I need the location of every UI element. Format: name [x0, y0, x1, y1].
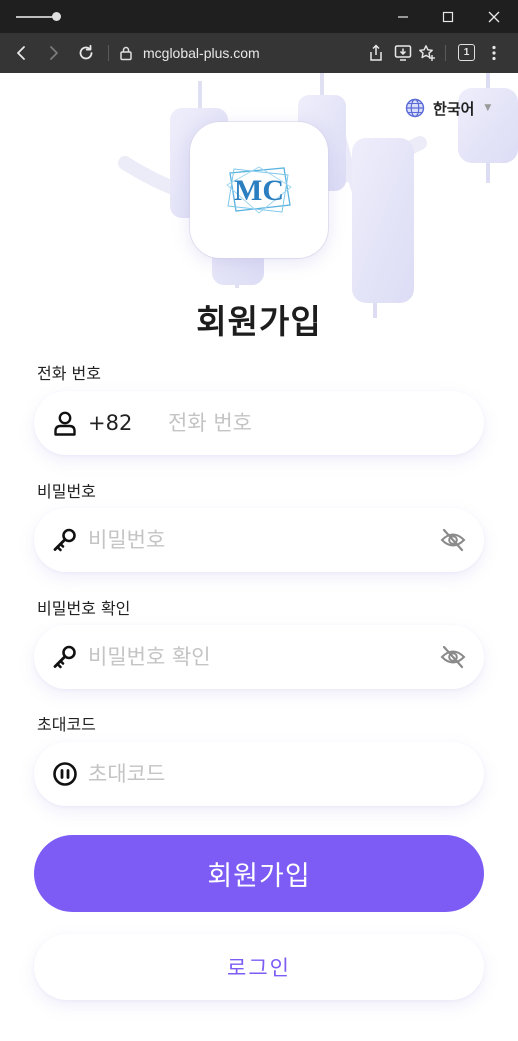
globe-icon — [405, 98, 425, 118]
minimize-button[interactable] — [380, 0, 426, 33]
window-title-bar — [0, 0, 518, 33]
install-app-icon — [394, 45, 412, 61]
menu-button[interactable] — [482, 41, 506, 65]
maximize-icon — [442, 11, 454, 22]
logo-text: MC — [234, 174, 284, 207]
lock-icon[interactable] — [119, 45, 133, 65]
close-icon — [488, 11, 500, 22]
back-button[interactable] — [10, 41, 34, 65]
signup-button[interactable]: 회원가입 — [34, 835, 484, 912]
app-logo-card: MC — [190, 122, 328, 258]
tab-count-button[interactable]: 1 — [458, 44, 475, 61]
install-app-button[interactable] — [391, 41, 415, 65]
forward-button[interactable] — [41, 41, 65, 65]
toolbar-divider — [108, 45, 109, 61]
more-vert-icon — [492, 45, 496, 61]
password-field[interactable]: 비밀번호 — [34, 508, 484, 572]
eye-off-icon[interactable] — [440, 645, 466, 669]
invite-code-input-placeholder[interactable]: 초대코드 — [88, 760, 165, 788]
chevron-down-icon: ▼ — [484, 103, 492, 113]
mc-logo: MC — [226, 166, 292, 214]
country-code[interactable]: +82 — [88, 409, 132, 437]
invite-code-field-label: 초대코드 — [37, 715, 96, 734]
language-selector[interactable]: 한국어 ▼ — [405, 97, 491, 119]
user-icon — [52, 410, 78, 436]
password-field-label: 비밀번호 — [37, 482, 96, 501]
phone-field[interactable]: +82 전화 번호 — [34, 391, 484, 455]
invite-code-field[interactable]: 초대코드 — [34, 742, 484, 806]
share-icon — [370, 44, 382, 61]
browser-toolbar: mcglobal-plus.com 1 — [0, 33, 518, 73]
close-button[interactable] — [471, 0, 517, 33]
bookmark-star-icon — [419, 45, 435, 61]
phone-field-label: 전화 번호 — [37, 364, 101, 383]
maximize-button[interactable] — [425, 0, 471, 33]
address-bar-url[interactable]: mcglobal-plus.com — [143, 43, 260, 63]
reload-button[interactable] — [74, 41, 98, 65]
signup-page: 한국어 ▼ MC 회원가입 전화 번호 +82 전화 번호 비밀번호 비밀번호 … — [0, 73, 518, 1041]
confirm-password-field-label: 비밀번호 확인 — [37, 599, 131, 618]
minimize-icon — [398, 15, 408, 18]
phone-input-placeholder[interactable]: 전화 번호 — [168, 409, 252, 437]
toolbar-divider — [445, 45, 446, 61]
password-input-placeholder[interactable]: 비밀번호 — [88, 526, 165, 554]
key-icon — [52, 644, 78, 670]
key-icon — [52, 527, 78, 553]
invite-code-icon — [52, 761, 78, 787]
reload-icon — [79, 44, 93, 60]
tab-slider-knob[interactable] — [52, 12, 61, 21]
page-title: 회원가입 — [196, 302, 322, 341]
language-label: 한국어 — [433, 99, 475, 118]
confirm-password-field[interactable]: 비밀번호 확인 — [34, 625, 484, 689]
eye-off-icon[interactable] — [440, 528, 466, 552]
back-arrow-icon — [17, 46, 25, 60]
bookmark-button[interactable] — [415, 41, 439, 65]
share-button[interactable] — [364, 41, 388, 65]
forward-arrow-icon — [50, 46, 58, 60]
confirm-password-input-placeholder[interactable]: 비밀번호 확인 — [88, 643, 211, 671]
login-button[interactable]: 로그인 — [34, 934, 484, 1000]
